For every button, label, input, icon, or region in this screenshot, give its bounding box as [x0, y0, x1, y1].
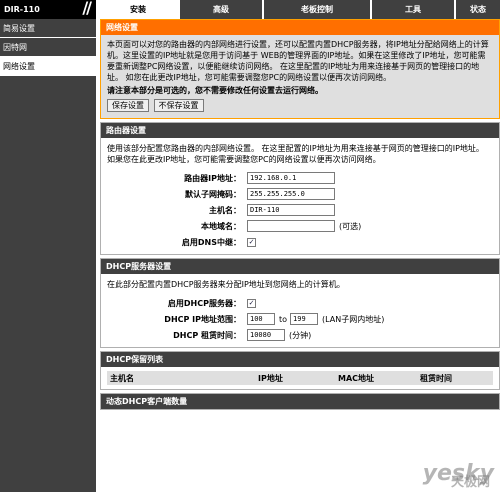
- hostname-label: 主机名：: [209, 205, 241, 215]
- lease-time-label: DHCP 租赁时间：: [173, 330, 241, 340]
- network-settings-panel: 网络设置 本页面可以对您的路由器的内部网络进行设置，还可以配置内置DHCP服务器…: [100, 19, 500, 119]
- panel-title: 动态DHCP客户端数量: [101, 394, 499, 409]
- column-header-hostname: 主机名: [110, 373, 134, 383]
- enable-dhcp-checkbox[interactable]: ✓: [247, 298, 256, 308]
- column-header-ip: IP地址: [258, 373, 283, 383]
- dhcp-range-label: DHCP IP地址范围：: [164, 314, 241, 324]
- tab-setup[interactable]: 安装: [96, 0, 178, 19]
- subnet-mask-label: 默认子网掩码：: [185, 189, 241, 199]
- panel-description: 本页面可以对您的路由器的内部网络进行设置，还可以配置内置DHCP服务器，将IP地…: [107, 40, 489, 82]
- optional-note: 请注意本部分是可选的，您不需要修改任何设置去运行网络。: [107, 86, 323, 95]
- panel-title: 路由器设置: [101, 123, 499, 138]
- main-content: 网络设置 本页面可以对您的路由器的内部网络进行设置，还可以配置内置DHCP服务器…: [100, 19, 500, 492]
- local-domain-input[interactable]: [247, 220, 335, 232]
- panel-title: DHCP保留列表: [101, 352, 499, 367]
- panel-description: 在此部分配置内置DHCP服务器来分配IP地址到您网络上的计算机。: [107, 280, 345, 289]
- local-domain-label: 本地域名：: [201, 221, 241, 231]
- sidebar-item-internet[interactable]: 因特网: [0, 38, 96, 57]
- panel-title: 网络设置: [101, 20, 499, 35]
- watermark-sub: 天极网: [450, 475, 490, 490]
- save-settings-button[interactable]: 保存设置: [107, 99, 149, 112]
- panel-description: 使用该部分配置您路由器的内部网络设置。 在这里配置的IP地址为用来连接基于网页的…: [107, 144, 484, 164]
- lease-time-input[interactable]: 10080: [247, 329, 285, 341]
- optional-hint: (可选): [339, 221, 362, 231]
- dhcp-server-panel: DHCP服务器设置 在此部分配置内置DHCP服务器来分配IP地址到您网络上的计算…: [100, 258, 500, 348]
- dns-relay-label: 启用DNS中继：: [181, 237, 241, 247]
- column-header-mac: MAC地址: [338, 373, 375, 383]
- router-ip-label: 路由器IP地址：: [184, 173, 241, 183]
- enable-dhcp-label: 启用DHCP服务器：: [167, 298, 241, 308]
- model-name: DIR-110: [4, 5, 40, 14]
- dhcp-range-end-input[interactable]: 199: [290, 313, 319, 325]
- sidebar-item-wizard[interactable]: 简易设置: [0, 19, 96, 38]
- range-hint: (LAN子网内地址): [322, 314, 385, 324]
- panel-title: DHCP服务器设置: [101, 259, 499, 274]
- dynamic-clients-panel: 动态DHCP客户端数量: [100, 393, 500, 410]
- router-settings-panel: 路由器设置 使用该部分配置您路由器的内部网络设置。 在这里配置的IP地址为用来连…: [100, 122, 500, 255]
- tab-status[interactable]: 状态: [454, 0, 500, 19]
- lease-unit: (分钟): [289, 330, 312, 340]
- tab-advanced[interactable]: 高级: [178, 0, 262, 19]
- dont-save-settings-button[interactable]: 不保存设置: [153, 99, 204, 112]
- top-navigation-bar: DIR-110 // 安装 高级 老板控制 工具 状态: [0, 0, 500, 19]
- column-header-lease: 租赁时间: [420, 373, 452, 383]
- slash-decoration-icon: //: [82, 0, 92, 17]
- dns-relay-checkbox[interactable]: ✓: [247, 237, 256, 247]
- sidebar: 简易设置 因特网 网络设置: [0, 19, 96, 492]
- tab-tools[interactable]: 工具: [370, 0, 454, 19]
- router-ip-input[interactable]: 192.168.0.1: [247, 172, 335, 184]
- sidebar-item-network-settings[interactable]: 网络设置: [0, 57, 96, 76]
- model-badge: DIR-110 //: [0, 0, 96, 19]
- reservation-table-header: 主机名 IP地址 MAC地址 租赁时间: [107, 371, 493, 385]
- hostname-input[interactable]: DIR-110: [247, 204, 335, 216]
- tab-parental-control[interactable]: 老板控制: [262, 0, 370, 19]
- dhcp-reservation-panel: DHCP保留列表 主机名 IP地址 MAC地址 租赁时间: [100, 351, 500, 390]
- subnet-mask-input[interactable]: 255.255.255.0: [247, 188, 335, 200]
- range-to-text: to: [279, 314, 288, 324]
- dhcp-range-start-input[interactable]: 100: [247, 313, 275, 325]
